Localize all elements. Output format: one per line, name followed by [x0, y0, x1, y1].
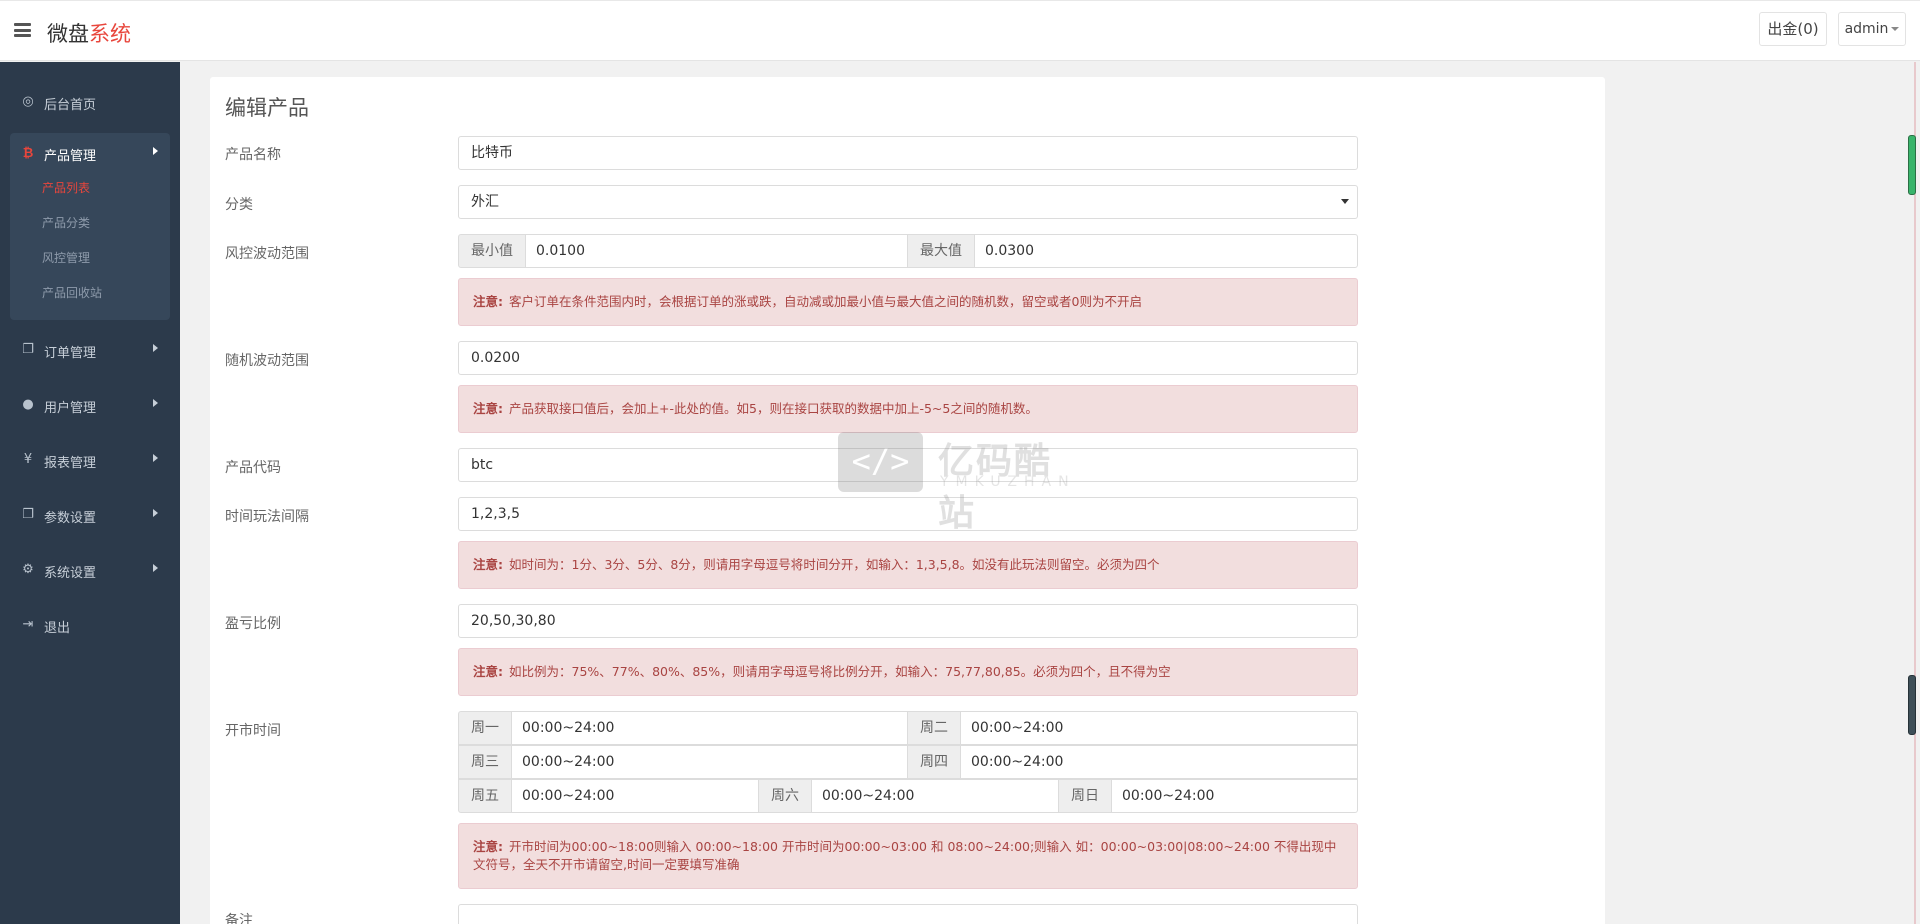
product-name-label: 产品名称 — [225, 147, 281, 163]
brand-logo: 微盘系统 — [47, 22, 131, 46]
product-code-label: 产品代码 — [225, 460, 281, 476]
day-sat-addon: 周六 — [758, 779, 812, 813]
copy-icon: ❐ — [22, 342, 34, 357]
user-icon: ● — [22, 397, 34, 412]
category-selected: 外汇 — [471, 194, 499, 210]
sidebar-item-logout[interactable]: ⇥ 退出 — [10, 605, 170, 645]
day-wed-input[interactable]: 00:00~24:00 — [511, 745, 908, 779]
day-thu-addon: 周四 — [907, 745, 961, 779]
day-thu-input[interactable]: 00:00~24:00 — [960, 745, 1358, 779]
open-time-label: 开市时间 — [225, 723, 281, 739]
product-name-input[interactable]: 比特币 — [458, 136, 1358, 170]
copy-icon: ❐ — [22, 507, 34, 522]
profit-ratio-label: 盈亏比例 — [225, 616, 281, 632]
day-mon-input[interactable]: 00:00~24:00 — [511, 711, 908, 745]
sidebar-item-reports[interactable]: ¥ 报表管理 — [10, 440, 170, 480]
sidebar-subitem-product-category[interactable]: 产品分类 — [42, 214, 90, 231]
day-fri-addon: 周五 — [458, 779, 512, 813]
scrollbar-handle-secondary[interactable] — [1908, 675, 1916, 735]
min-value-addon: 最小值 — [458, 234, 526, 268]
sidebar-item-params[interactable]: ❐ 参数设置 — [10, 495, 170, 535]
open-time-note: 注意: 开市时间为00:00~18:00则输入 00:00~18:00 开市时间为… — [458, 823, 1358, 889]
risk-range-note: 注意: 客户订单在条件范围内时，会根据订单的涨或跌，自动减或加最小值与最大值之间的… — [458, 278, 1358, 326]
day-mon-addon: 周一 — [458, 711, 512, 745]
risk-range-label: 风控波动范围 — [225, 246, 309, 262]
dashboard-icon: ◎ — [22, 94, 34, 109]
gears-icon: ⚙ — [22, 562, 34, 577]
time-interval-note: 注意: 如时间为：1分、3分、5分、8分，则请用字母逗号将时间分开，如输入：1,3… — [458, 541, 1358, 589]
category-select[interactable]: 外汇 — [458, 185, 1358, 219]
random-range-note: 注意: 产品获取接口值后，会加上+-此处的值。如5，则在接口获取的数据中加上-5~… — [458, 385, 1358, 433]
sidebar-item-orders[interactable]: ❐ 订单管理 — [10, 330, 170, 370]
edit-product-panel: 编辑产品 产品名称 比特币 分类 外汇 风控波动范围 最小值 0.0100 最大… — [210, 77, 1605, 924]
time-interval-label: 时间玩法间隔 — [225, 509, 309, 525]
yen-icon: ¥ — [23, 452, 33, 467]
chevron-right-icon — [153, 399, 158, 407]
chevron-down-icon — [1891, 27, 1900, 31]
sidebar-item-dashboard[interactable]: ◎ 后台首页 — [10, 82, 170, 122]
day-sun-input[interactable]: 00:00~24:00 — [1111, 779, 1358, 813]
chevron-right-icon — [153, 454, 158, 462]
profit-ratio-input[interactable]: 20,50,30,80 — [458, 604, 1358, 638]
sidebar-item-system[interactable]: ⚙ 系统设置 — [10, 550, 170, 590]
max-value-addon: 最大值 — [907, 234, 975, 268]
random-range-input[interactable]: 0.0200 — [458, 341, 1358, 375]
day-sat-input[interactable]: 00:00~24:00 — [811, 779, 1059, 813]
chevron-right-icon — [153, 564, 158, 572]
scrollbar-handle[interactable] — [1908, 135, 1916, 195]
user-menu-button[interactable]: admin — [1838, 12, 1906, 46]
min-value-input[interactable]: 0.0100 — [525, 234, 908, 268]
page-title: 编辑产品 — [225, 96, 309, 120]
sidebar-subitem-risk-control[interactable]: 风控管理 — [42, 249, 90, 266]
remark-textarea[interactable] — [458, 904, 1358, 924]
day-tue-input[interactable]: 00:00~24:00 — [960, 711, 1358, 745]
chevron-right-icon — [153, 344, 158, 352]
profit-ratio-note: 注意: 如比例为：75%、77%、80%、85%，则请用字母逗号将比例分开，如输入… — [458, 648, 1358, 696]
category-label: 分类 — [225, 197, 253, 213]
sign-out-icon: ⇥ — [22, 617, 34, 632]
day-wed-addon: 周三 — [458, 745, 512, 779]
sidebar-subitem-recycle-bin[interactable]: 产品回收站 — [42, 284, 102, 301]
product-code-input[interactable]: btc — [458, 448, 1358, 482]
time-interval-input[interactable]: 1,2,3,5 — [458, 497, 1358, 531]
day-tue-addon: 周二 — [907, 711, 961, 745]
sidebar-subitem-product-list[interactable]: 产品列表 — [42, 179, 90, 196]
sidebar: ◎ 后台首页 ₿ 产品管理 产品列表 产品分类 风控管理 产品回收站 ❐ 订单管… — [0, 62, 180, 924]
bitcoin-icon: ₿ — [22, 146, 34, 161]
select-caret-icon — [1341, 199, 1349, 204]
sidebar-item-products[interactable]: ₿ 产品管理 — [10, 133, 170, 173]
sidebar-item-users[interactable]: ● 用户管理 — [10, 385, 170, 425]
max-value-input[interactable]: 0.0300 — [974, 234, 1358, 268]
day-fri-input[interactable]: 00:00~24:00 — [511, 779, 759, 813]
top-bar: 微盘系统 出金(0) admin — [0, 0, 1920, 61]
chevron-right-icon — [153, 509, 158, 517]
random-range-label: 随机波动范围 — [225, 353, 309, 369]
user-name: admin — [1844, 21, 1889, 37]
remark-label: 备注 — [225, 913, 253, 924]
sidebar-group-products: ₿ 产品管理 产品列表 产品分类 风控管理 产品回收站 — [10, 133, 170, 320]
chevron-right-icon — [153, 147, 158, 155]
day-sun-addon: 周日 — [1058, 779, 1112, 813]
withdraw-button[interactable]: 出金(0) — [1759, 12, 1827, 46]
menu-toggle-icon[interactable] — [14, 23, 31, 37]
